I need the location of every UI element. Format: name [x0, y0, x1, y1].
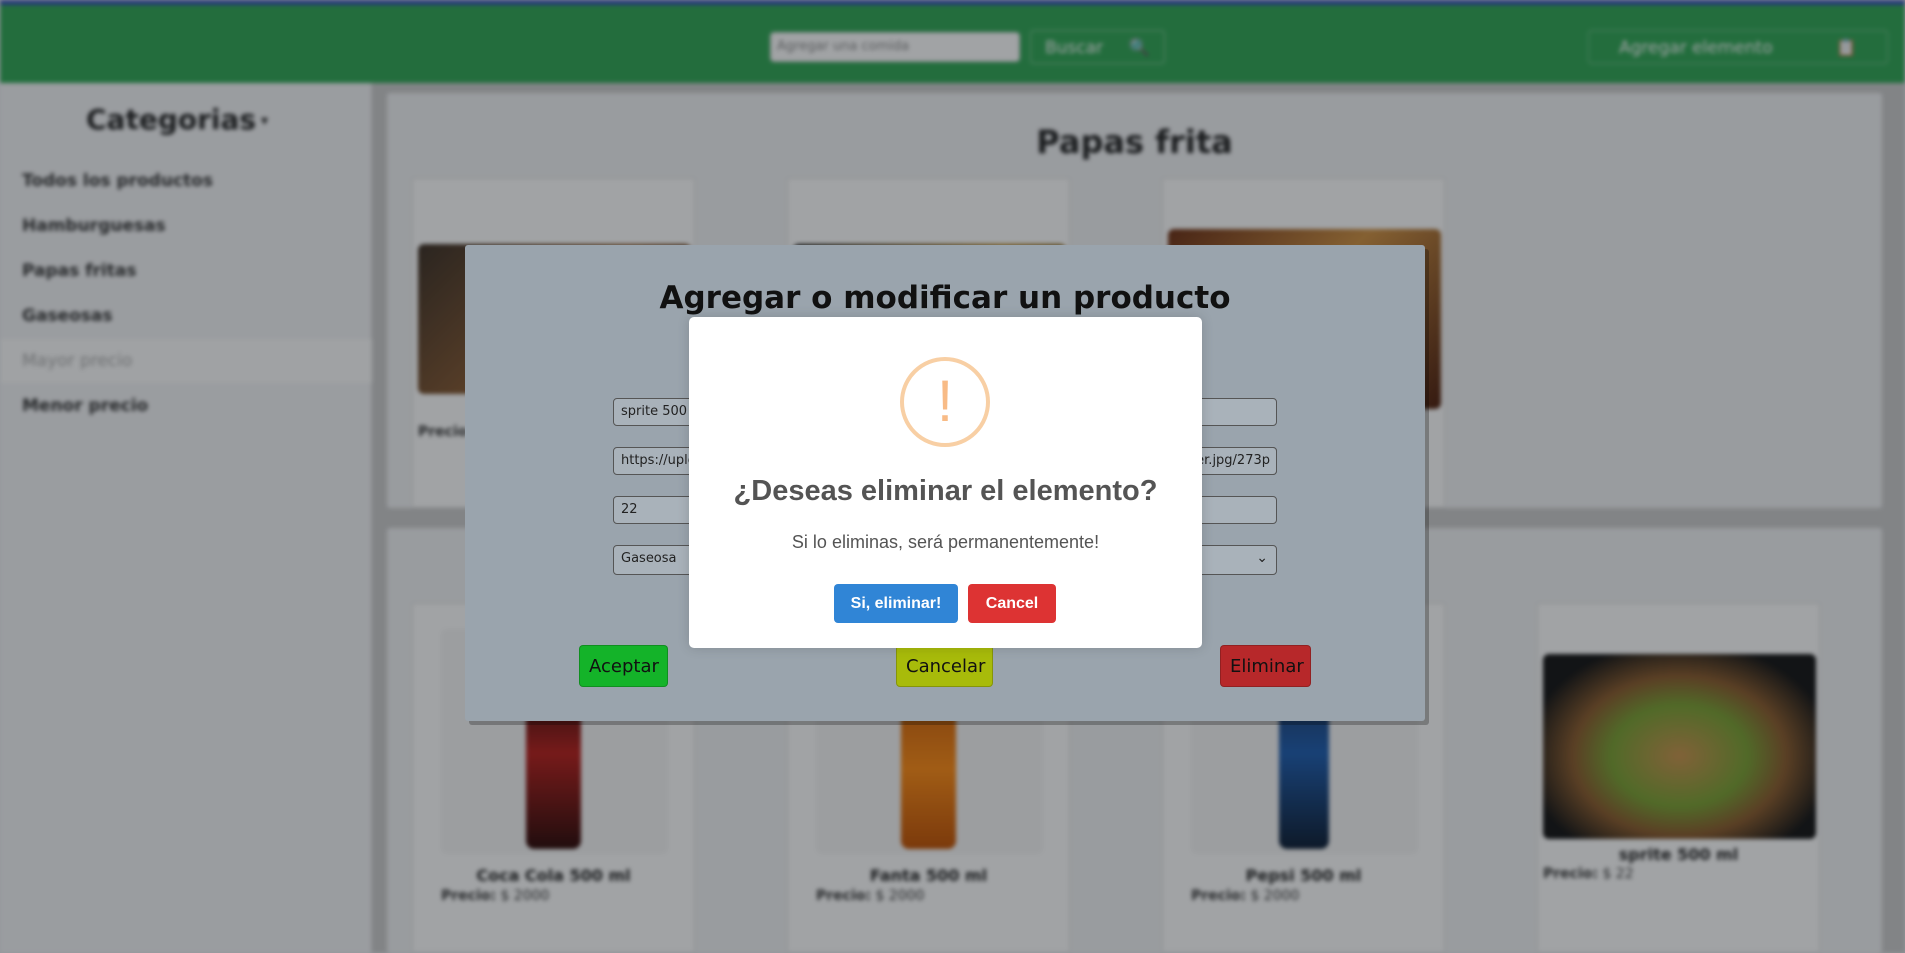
cancel-button[interactable]: Cancel: [968, 584, 1056, 623]
cancel-edit-button[interactable]: Cancelar: [896, 645, 993, 687]
accept-button[interactable]: Aceptar: [579, 645, 668, 687]
category-select-value: Gaseosa: [621, 551, 677, 566]
warning-icon: !: [900, 357, 990, 447]
modal-title: Agregar o modificar un producto: [659, 280, 1231, 316]
dialog-text: Si lo eliminas, será permanentemente!: [791, 532, 1100, 552]
confirm-dialog: ! ¿Deseas eliminar el elemento? Si lo el…: [689, 317, 1202, 648]
chevron-down-icon: ⌄: [1256, 550, 1268, 566]
confirm-delete-button[interactable]: Si, eliminar!: [834, 584, 958, 623]
dialog-title: ¿Deseas eliminar el elemento?: [733, 475, 1158, 507]
delete-button[interactable]: Eliminar: [1220, 645, 1311, 687]
